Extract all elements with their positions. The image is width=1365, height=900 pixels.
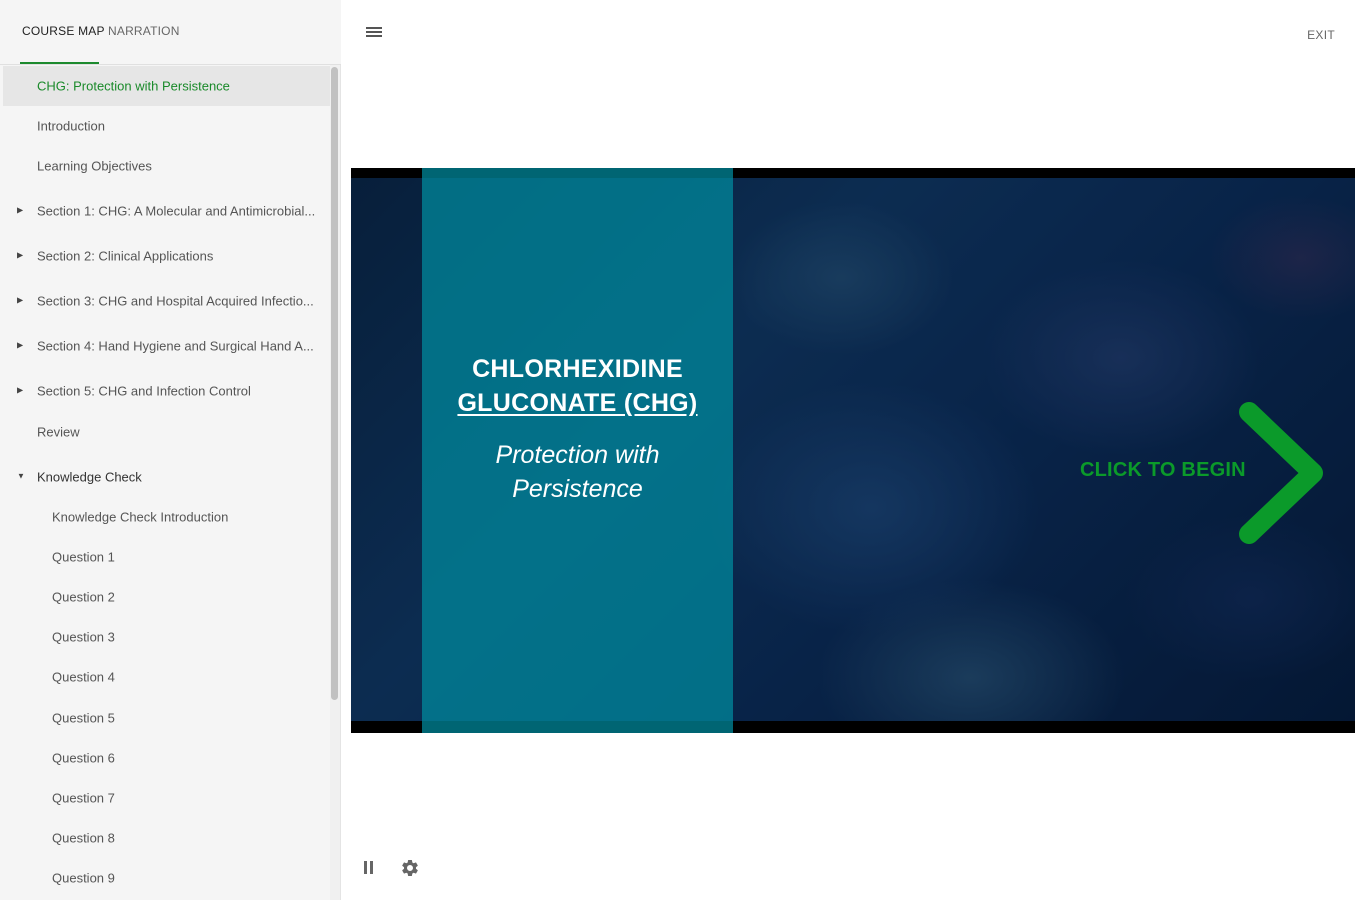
tab-narration[interactable]: NARRATION [108,24,180,38]
menu-item-learning-objectives[interactable]: Learning Objectives [3,146,330,186]
menu-item-label: CHG: Protection with Persistence [37,78,230,94]
menu-item-label: Question 7 [52,790,115,806]
menu-item-label: Question 2 [52,589,115,605]
menu-item-section-3[interactable]: ▶ Section 3: CHG and Hospital Acquired I… [3,281,330,321]
menu-item-label: Review [37,424,80,440]
caret-down-icon[interactable]: ▼ [17,472,25,481]
menu-item-title[interactable]: CHG: Protection with Persistence [3,66,330,106]
caret-right-icon[interactable]: ▶ [17,386,23,395]
menu-item-question-5[interactable]: Question 5 [3,698,330,738]
menu-item-label: Question 4 [52,669,115,685]
menu-item-label: Question 9 [52,870,115,886]
click-to-begin-button[interactable]: CLICK TO BEGIN [1080,459,1246,482]
menu-item-section-4[interactable]: ▶ Section 4: Hand Hygiene and Surgical H… [3,326,330,366]
menu-item-introduction[interactable]: Introduction [3,106,330,146]
caret-right-icon[interactable]: ▶ [17,251,23,260]
menu-item-question-4[interactable]: Question 4 [3,657,330,697]
menu-item-question-2[interactable]: Question 2 [3,577,330,617]
hamburger-icon[interactable] [366,26,384,40]
menu-item-label: Introduction [37,118,105,134]
slide-title-line-2: GLUCONATE (CHG) [457,389,698,417]
sidebar-tabs: COURSE MAP NARRATION [0,0,341,65]
title-panel: CHLORHEXIDINE GLUCONATE (CHG) Protection… [422,168,733,733]
course-map-list: CHG: Protection with Persistence Introdu… [0,65,331,900]
menu-item-label: Question 5 [52,710,115,726]
menu-item-question-3[interactable]: Question 3 [3,617,330,657]
slide-title-line-1: CHLORHEXIDINE [472,355,683,383]
menu-item-label: Knowledge Check Introduction [52,509,229,525]
main-content: EXIT CHLORHEXIDINE GLUCONATE (CHG) Prote… [341,0,1365,900]
course-player: COURSE MAP NARRATION CHG: Protection wit… [0,0,1365,900]
slide-stage[interactable]: CHLORHEXIDINE GLUCONATE (CHG) Protection… [351,168,1355,733]
chevron-right-icon[interactable] [1235,398,1329,548]
menu-item-review[interactable]: Review [3,412,330,452]
slide-subtitle-line-1: Protection with [495,441,660,469]
menu-item-label: Question 1 [52,549,115,565]
caret-right-icon[interactable]: ▶ [17,341,23,350]
menu-item-label: Question 8 [52,830,115,846]
menu-item-question-7[interactable]: Question 7 [3,778,330,818]
menu-item-label: Section 5: CHG and Infection Control [37,383,251,399]
menu-item-section-5[interactable]: ▶ Section 5: CHG and Infection Control [3,371,330,411]
caret-right-icon[interactable]: ▶ [17,206,23,215]
menu-item-question-1[interactable]: Question 1 [3,537,330,577]
slide-subtitle-line-2: Persistence [512,475,643,503]
menu-item-label: Section 3: CHG and Hospital Acquired Inf… [37,293,314,309]
menu-item-label: Knowledge Check [37,469,142,485]
sidebar-scrollbar-thumb[interactable] [331,67,338,700]
gear-icon[interactable] [400,858,420,878]
menu-item-label: Question 6 [52,750,115,766]
menu-item-knowledge-check-introduction[interactable]: Knowledge Check Introduction [3,497,330,537]
pause-icon[interactable] [362,859,376,877]
caret-right-icon[interactable]: ▶ [17,296,23,305]
exit-button[interactable]: EXIT [1307,28,1335,42]
menu-item-question-9[interactable]: Question 9 [3,858,330,898]
menu-item-section-2[interactable]: ▶ Section 2: Clinical Applications [3,236,330,276]
tab-course-map[interactable]: COURSE MAP [22,24,105,38]
sidebar-scrollbar[interactable] [330,65,340,900]
slide-subtitle: Protection with Persistence [422,438,733,506]
menu-item-label: Section 1: CHG: A Molecular and Antimicr… [37,203,316,219]
menu-item-knowledge-check[interactable]: ▼ Knowledge Check [3,457,330,497]
menu-item-label: Question 3 [52,629,115,645]
active-tab-indicator [20,62,99,64]
sidebar: COURSE MAP NARRATION CHG: Protection wit… [0,0,341,900]
menu-item-question-8[interactable]: Question 8 [3,818,330,858]
menu-item-section-1[interactable]: ▶ Section 1: CHG: A Molecular and Antimi… [3,191,330,231]
menu-item-label: Section 2: Clinical Applications [37,248,214,264]
menu-item-question-6[interactable]: Question 6 [3,738,330,778]
menu-item-label: Learning Objectives [37,158,152,174]
menu-item-label: Section 4: Hand Hygiene and Surgical Han… [37,338,314,354]
slide-title: CHLORHEXIDINE GLUCONATE (CHG) [422,352,733,420]
